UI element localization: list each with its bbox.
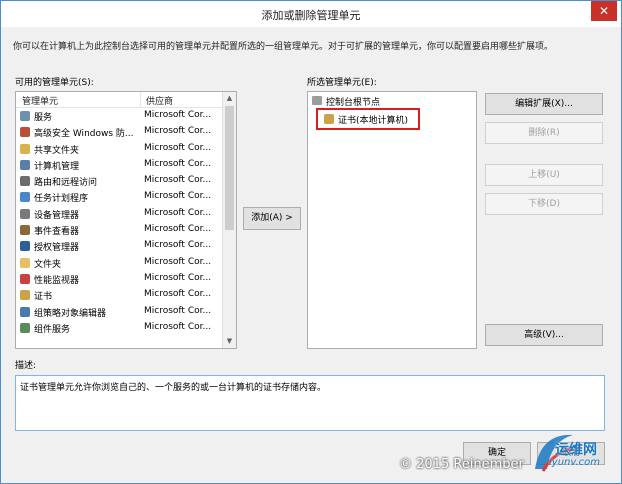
snapin-vendor: Microsoft Cor... — [144, 126, 212, 137]
snapin-name: 事件查看器 — [34, 227, 80, 238]
snapin-name: 共享文件夹 — [34, 145, 80, 156]
snapin-row[interactable]: 任务计划程序 Microsoft Cor... — [16, 189, 222, 205]
watermark-url: iyunv.com — [549, 457, 601, 468]
certificate-node-label: 证书(本地计算机) — [338, 116, 409, 126]
snapin-name: 性能监视器 — [34, 275, 80, 286]
snapin-row[interactable]: 性能监视器 Microsoft Cor... — [16, 271, 222, 287]
console-root-icon — [312, 96, 322, 105]
scroll-thumb[interactable] — [225, 106, 234, 230]
advanced-button[interactable]: 高级(V)... — [485, 324, 603, 346]
snapin-name: 文件夹 — [34, 259, 62, 270]
list-header: 管理单元 供应商 — [16, 92, 222, 108]
certificate-icon — [324, 114, 334, 124]
available-snapins-label: 可用的管理单元(S): — [15, 78, 94, 88]
column-separator — [140, 92, 141, 107]
title-bar: 添加或删除管理单元 ✕ — [1, 1, 621, 27]
snapin-name: 设备管理器 — [34, 210, 80, 221]
component-icon — [20, 322, 30, 333]
snapin-row[interactable]: 事件查看器 Microsoft Cor... — [16, 222, 222, 238]
firewall-icon — [20, 127, 30, 138]
clock-icon — [20, 192, 30, 203]
close-button[interactable]: ✕ — [591, 1, 617, 21]
group-policy-icon — [20, 306, 30, 317]
available-snapins-list[interactable]: 管理单元 供应商 服务 Microsoft Cor... 高级安全 Windows … — [15, 91, 237, 349]
snapin-name: 路由和远程访问 — [34, 178, 98, 189]
snapin-row[interactable]: 高级安全 Windows 防... Microsoft Cor... — [16, 124, 222, 140]
snapin-row[interactable]: 文件夹 Microsoft Cor... — [16, 255, 222, 271]
snapin-row[interactable]: 设备管理器 Microsoft Cor... — [16, 206, 222, 222]
description-text: 证书管理单元允许你浏览自己的、一个服务的或一台计算机的证书存储内容。 — [20, 383, 327, 393]
computer-icon — [20, 159, 30, 170]
add-remove-snapin-dialog: 添加或删除管理单元 ✕ 你可以在计算机上为此控制台选择可用的管理单元并配置所选的… — [0, 0, 622, 484]
snapin-name: 组件服务 — [34, 324, 71, 335]
intro-text: 你可以在计算机上为此控制台选择可用的管理单元并配置所选的一组管理单元。对于可扩展… — [13, 42, 554, 52]
watermark-brand: 运维网 — [555, 442, 597, 458]
snapin-row[interactable]: 组件服务 Microsoft Cor... — [16, 320, 222, 336]
description-box: 证书管理单元允许你浏览自己的、一个服务的或一台计算机的证书存储内容。 — [15, 375, 605, 431]
snapin-row[interactable]: 证书 Microsoft Cor... — [16, 287, 222, 303]
router-icon — [20, 176, 30, 187]
snapin-name: 计算机管理 — [34, 161, 80, 172]
snapin-name: 任务计划程序 — [34, 194, 89, 205]
snapin-row[interactable]: 共享文件夹 Microsoft Cor... — [16, 141, 222, 157]
scroll-down-arrow-icon[interactable]: ▼ — [223, 335, 236, 348]
dialog-title: 添加或删除管理单元 — [261, 9, 361, 22]
folder-icon — [20, 257, 30, 268]
snapin-vendor: Microsoft Cor... — [144, 158, 212, 169]
snapin-row[interactable]: 计算机管理 Microsoft Cor... — [16, 157, 222, 173]
snapin-vendor: Microsoft Cor... — [144, 175, 212, 186]
snapin-vendor: Microsoft Cor... — [144, 321, 212, 332]
column-header-vendor[interactable]: 供应商 — [146, 94, 173, 107]
snapin-vendor: Microsoft Cor... — [144, 256, 212, 267]
snapin-name: 组策略对象编辑器 — [34, 308, 107, 319]
snapin-vendor: Microsoft Cor... — [144, 224, 212, 235]
snapin-vendor: Microsoft Cor... — [144, 142, 212, 153]
snapin-vendor: Microsoft Cor... — [144, 305, 212, 316]
selected-snapins-label: 所选管理单元(E): — [307, 78, 377, 88]
vertical-scrollbar[interactable]: ▲ ▼ — [222, 92, 236, 348]
snapin-name: 证书 — [34, 292, 53, 303]
snapin-vendor: Microsoft Cor... — [144, 110, 212, 120]
snapin-vendor: Microsoft Cor... — [144, 191, 212, 202]
snapin-row[interactable]: 组策略对象编辑器 Microsoft Cor... — [16, 304, 222, 320]
selected-snapins-list[interactable]: 控制台根节点 证书(本地计算机) — [307, 91, 477, 349]
snapin-vendor: Microsoft Cor... — [144, 272, 212, 283]
event-log-icon — [20, 225, 30, 236]
edit-extensions-button[interactable]: 编辑扩展(X)... — [485, 93, 603, 115]
gear-icon — [20, 111, 30, 121]
move-down-button[interactable]: 下移(D) — [485, 193, 603, 215]
snapin-vendor: Microsoft Cor... — [144, 289, 212, 300]
device-icon — [20, 208, 30, 219]
console-root-label: 控制台根节点 — [326, 98, 381, 108]
snapin-name: 服务 — [34, 113, 53, 123]
add-button[interactable]: 添加(A) > — [243, 207, 301, 230]
watermark-copyright: © 2015 Reinember — [399, 457, 524, 472]
selected-certificate-node[interactable]: 证书(本地计算机) — [316, 108, 420, 130]
snapin-row[interactable]: 路由和远程访问 Microsoft Cor... — [16, 173, 222, 189]
snapin-vendor: Microsoft Cor... — [144, 240, 212, 251]
snapin-name: 授权管理器 — [34, 243, 80, 254]
description-label: 描述: — [15, 361, 37, 371]
scroll-up-arrow-icon[interactable]: ▲ — [223, 92, 236, 105]
authorization-icon — [20, 241, 30, 252]
snapin-row[interactable]: 服务 Microsoft Cor... — [16, 108, 222, 124]
shared-folder-icon — [20, 143, 30, 154]
column-header-snapin[interactable]: 管理单元 — [22, 94, 58, 107]
certificate-icon — [20, 290, 30, 301]
snapin-row[interactable]: 授权管理器 Microsoft Cor... — [16, 238, 222, 254]
remove-button[interactable]: 删除(R) — [485, 122, 603, 144]
snapin-vendor: Microsoft Cor... — [144, 207, 212, 218]
performance-icon — [20, 273, 30, 284]
snapin-name: 高级安全 Windows 防... — [34, 129, 134, 140]
snapin-rows: 服务 Microsoft Cor... 高级安全 Windows 防... Micro… — [16, 108, 222, 336]
close-icon: ✕ — [598, 4, 610, 18]
move-up-button[interactable]: 上移(U) — [485, 164, 603, 186]
